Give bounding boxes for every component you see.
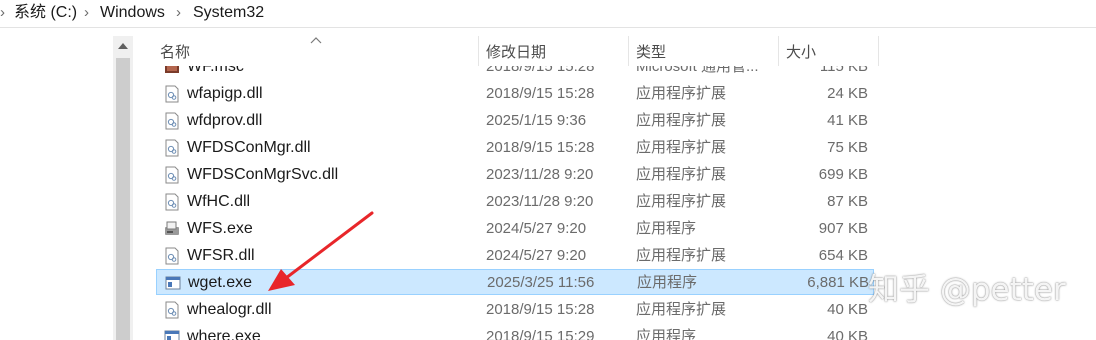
file-row[interactable]: WfHC.dll 2023/11/28 9:20 应用程序扩展 87 KB — [156, 189, 874, 215]
file-row[interactable]: whealogr.dll 2018/9/15 15:28 应用程序扩展 40 K… — [156, 297, 874, 323]
dll-icon — [165, 247, 179, 265]
file-name: WFDSConMgrSvc.dll — [187, 166, 339, 183]
file-type: 应用程序扩展 — [636, 193, 727, 210]
file-type: Microsoft 通用管... — [636, 66, 759, 75]
file-date: 2025/1/15 9:36 — [486, 112, 587, 129]
file-type: 应用程序 — [636, 328, 697, 340]
file-type: 应用程序扩展 — [636, 166, 727, 183]
dll-icon — [165, 112, 179, 130]
file-type: 应用程序扩展 — [636, 85, 727, 102]
file-name: wfapigp.dll — [187, 85, 263, 102]
file-type: 应用程序扩展 — [636, 301, 727, 318]
file-name: WFSR.dll — [187, 247, 255, 264]
file-name: whealogr.dll — [187, 301, 272, 318]
dll-icon — [165, 193, 179, 211]
file-row-selected[interactable]: wget.exe 2025/3/25 11:56 应用程序 6,881 KB — [156, 269, 874, 295]
chevron-right-icon[interactable]: › — [84, 3, 89, 23]
file-name: where.exe — [187, 328, 261, 340]
column-header-size[interactable]: 大小 — [786, 36, 816, 66]
dll-icon — [165, 139, 179, 157]
file-size: 40 KB — [827, 301, 868, 318]
file-row[interactable]: where.exe 2018/9/15 15:29 应用程序 40 KB — [156, 324, 874, 340]
file-name: wfdprov.dll — [187, 112, 263, 129]
file-size: 907 KB — [818, 220, 868, 237]
breadcrumb-windows[interactable]: Windows — [100, 3, 165, 23]
sort-ascending-icon — [310, 37, 322, 44]
file-type: 应用程序扩展 — [636, 139, 727, 156]
file-type: 应用程序扩展 — [636, 112, 727, 129]
dll-icon — [165, 301, 179, 319]
chevron-right-icon[interactable]: › — [176, 3, 181, 23]
file-type: 应用程序扩展 — [636, 247, 727, 264]
file-date: 2018/9/15 15:28 — [486, 66, 595, 75]
file-name: WFS.exe — [187, 220, 253, 237]
file-row[interactable]: WFDSConMgr.dll 2018/9/15 15:28 应用程序扩展 75… — [156, 135, 874, 161]
column-divider[interactable] — [478, 36, 479, 66]
file-type: 应用程序 — [637, 274, 698, 291]
file-name: WF.msc — [187, 66, 244, 75]
scroll-up-arrow-icon[interactable] — [118, 43, 128, 49]
file-row[interactable]: WFSR.dll 2024/5/27 9:20 应用程序扩展 654 KB — [156, 243, 874, 269]
file-date: 2025/3/25 11:56 — [487, 274, 595, 291]
file-size: 6,881 KB — [807, 274, 869, 291]
column-header-date[interactable]: 修改日期 — [486, 36, 546, 66]
file-size: 75 KB — [827, 139, 868, 156]
file-size: 115 KB — [819, 66, 868, 75]
file-name: WfHC.dll — [187, 193, 251, 210]
file-row[interactable]: wfdprov.dll 2025/1/15 9:36 应用程序扩展 41 KB — [156, 108, 874, 134]
file-type: 应用程序 — [636, 220, 697, 237]
column-header-type[interactable]: 类型 — [636, 36, 666, 66]
file-date: 2023/11/28 9:20 — [486, 193, 594, 210]
file-date: 2024/5/27 9:20 — [486, 247, 587, 264]
file-date: 2018/9/15 15:28 — [486, 85, 595, 102]
file-size: 699 KB — [818, 166, 868, 183]
file-date: 2018/9/15 15:29 — [486, 328, 595, 340]
column-divider[interactable] — [878, 36, 879, 66]
file-row[interactable]: WFS.exe 2024/5/27 9:20 应用程序 907 KB — [156, 216, 874, 242]
column-divider[interactable] — [778, 36, 779, 66]
chevron-right-icon[interactable]: › — [0, 3, 5, 23]
exe-icon — [165, 276, 181, 290]
file-name: wget.exe — [188, 274, 253, 291]
column-header-row: 名称 修改日期 类型 大小 — [148, 36, 888, 66]
dll-icon — [165, 166, 179, 184]
file-date: 2018/9/15 15:28 — [486, 139, 595, 156]
file-row[interactable]: WF.msc 2018/9/15 15:28 Microsoft 通用管... … — [156, 66, 874, 80]
column-header-name[interactable]: 名称 — [160, 36, 190, 66]
file-size: 41 KB — [827, 112, 868, 129]
file-size: 87 KB — [827, 193, 868, 210]
column-divider[interactable] — [628, 36, 629, 66]
file-size: 654 KB — [818, 247, 868, 264]
file-row[interactable]: WFDSConMgrSvc.dll 2023/11/28 9:20 应用程序扩展… — [156, 162, 874, 188]
breadcrumb-drive[interactable]: 系统 (C:) — [14, 3, 77, 23]
msc-icon — [165, 66, 179, 73]
address-bar[interactable]: › 系统 (C:) › Windows › System32 — [0, 0, 1096, 28]
watermark: 知乎 @petter — [868, 272, 1066, 308]
dll-icon — [165, 85, 179, 103]
file-row[interactable]: wfapigp.dll 2018/9/15 15:28 应用程序扩展 24 KB — [156, 81, 874, 107]
file-size: 40 KB — [827, 328, 868, 340]
fax-scan-icon — [165, 221, 179, 235]
file-size: 24 KB — [827, 85, 868, 102]
exe-icon — [164, 330, 180, 340]
breadcrumb-system32[interactable]: System32 — [193, 3, 264, 23]
file-date: 2023/11/28 9:20 — [486, 166, 594, 183]
file-date: 2018/9/15 15:28 — [486, 301, 595, 318]
file-name: WFDSConMgr.dll — [187, 139, 311, 156]
file-date: 2024/5/27 9:20 — [486, 220, 587, 237]
